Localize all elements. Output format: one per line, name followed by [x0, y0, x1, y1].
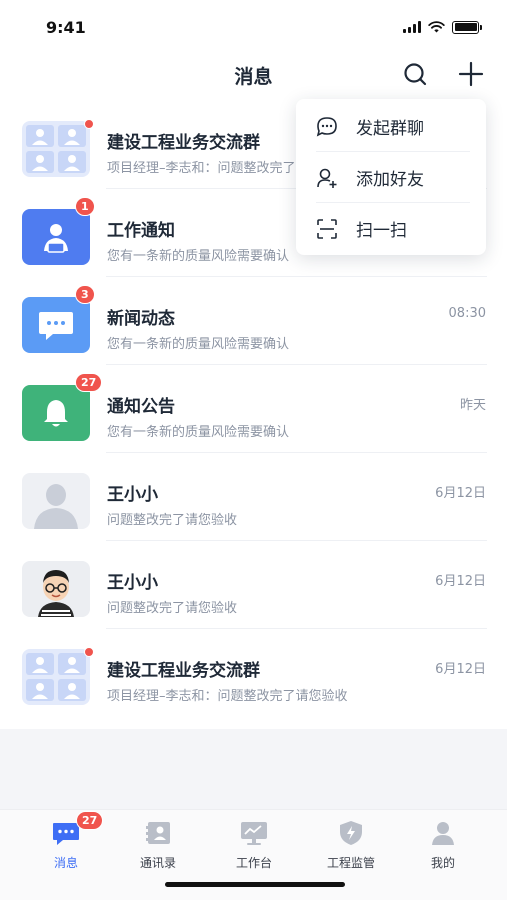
message-preview: 您有一条新的质量风险需要确认 [107, 249, 290, 264]
message-preview: 项目经理–李志和：问题整改完了请您验收 [107, 689, 348, 704]
tab-profile[interactable]: 我的 [403, 820, 483, 871]
default-user-avatar [22, 473, 90, 529]
message-title: 建设工程业务交流群 [107, 133, 260, 153]
message-row-user[interactable]: 王小小 问题整改完了请您验收 6月12日 [0, 541, 507, 629]
workbench-icon [241, 822, 267, 845]
menu-item-label: 添加好友 [356, 170, 424, 190]
status-bar: 9:41 [0, 0, 507, 54]
message-row-news[interactable]: 3 新闻动态 您有一条新的质量风险需要确认 08:30 [0, 277, 507, 365]
cartoon-user-avatar [22, 561, 90, 617]
message-title: 通知公告 [107, 397, 175, 417]
contacts-icon [146, 822, 170, 844]
group-avatar [22, 649, 90, 705]
nav-bar: 消息 [0, 54, 507, 96]
tab-label: 消息 [53, 856, 78, 870]
message-title: 建设工程业务交流群 [107, 661, 260, 681]
message-time: 昨天 [459, 398, 486, 413]
message-title: 工作通知 [107, 221, 175, 241]
chat-bubble-icon [316, 116, 337, 136]
menu-item-scan[interactable]: 扫一扫 [316, 203, 470, 254]
wifi-icon [428, 21, 445, 33]
message-row-group-chat[interactable]: 建设工程业务交流群 项目经理–李志和：问题整改完了请您验收 6月12日 [0, 629, 507, 717]
message-preview: 问题整改完了请您验收 [107, 513, 238, 528]
message-title: 王小小 [107, 573, 158, 593]
menu-item-label: 发起群聊 [356, 119, 424, 139]
status-icons [403, 20, 482, 34]
add-friend-icon [317, 168, 337, 188]
page-title: 消息 [234, 66, 273, 88]
unread-dot [84, 647, 94, 657]
message-preview: 问题整改完了请您验收 [107, 601, 238, 616]
plus-icon[interactable] [457, 60, 485, 88]
message-time: 6月12日 [435, 486, 486, 501]
group-avatar [22, 121, 90, 177]
tab-supervision[interactable]: 工程监管 [311, 820, 391, 871]
message-time: 08:30 [448, 306, 486, 321]
tab-messages[interactable]: 27 消息 [26, 811, 106, 871]
unread-badge: 27 [75, 373, 103, 392]
profile-icon [432, 822, 454, 845]
shield-icon [340, 821, 362, 845]
unread-dot [84, 119, 94, 129]
unread-badge: 1 [75, 197, 95, 216]
tab-label: 工作台 [235, 856, 272, 870]
home-indicator [165, 882, 345, 887]
news-chat-icon [22, 297, 90, 353]
scan-icon [317, 218, 337, 239]
tab-contacts[interactable]: 通讯录 [118, 820, 198, 871]
status-time: 9:41 [46, 17, 86, 37]
message-time: 6月12日 [435, 662, 486, 677]
message-title: 王小小 [107, 485, 158, 505]
tab-label: 通讯录 [139, 856, 176, 870]
search-icon[interactable] [401, 60, 429, 88]
message-row-user[interactable]: 王小小 问题整改完了请您验收 6月12日 [0, 453, 507, 541]
bell-icon [22, 385, 90, 441]
tab-label: 工程监管 [326, 856, 375, 870]
message-time: 6月12日 [435, 574, 486, 589]
work-notice-icon [22, 209, 90, 265]
message-row-announcement[interactable]: 27 通知公告 您有一条新的质量风险需要确认 昨天 [0, 365, 507, 453]
message-title: 新闻动态 [107, 309, 175, 329]
menu-item-add-friend[interactable]: 添加好友 [316, 152, 470, 203]
message-preview: 您有一条新的质量风险需要确认 [107, 337, 290, 352]
battery-icon [452, 20, 482, 34]
tab-workbench[interactable]: 工作台 [214, 820, 294, 871]
menu-item-label: 扫一扫 [356, 221, 407, 241]
unread-badge: 27 [76, 811, 104, 830]
message-preview: 您有一条新的质量风险需要确认 [107, 425, 290, 440]
tab-label: 我的 [430, 856, 455, 870]
plus-popup-menu: 发起群聊 添加好友 扫一扫 [296, 99, 486, 255]
signal-icon [403, 21, 421, 33]
menu-item-start-group-chat[interactable]: 发起群聊 [316, 101, 470, 152]
list-background [0, 729, 507, 809]
unread-badge: 3 [75, 285, 95, 304]
